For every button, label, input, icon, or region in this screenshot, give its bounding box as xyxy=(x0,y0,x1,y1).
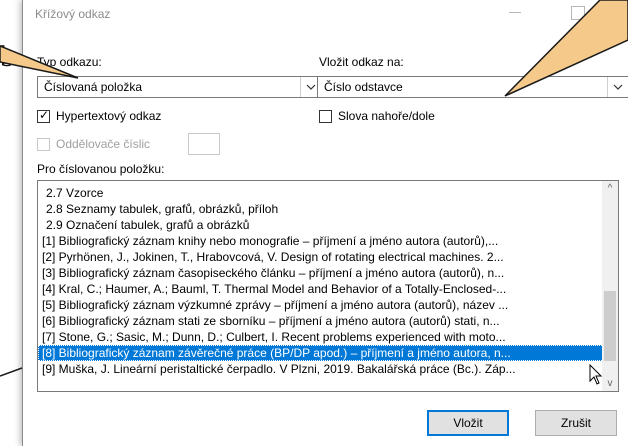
list-item[interactable]: [4] Kral, C.; Haumer, A.; Bauml, T. Ther… xyxy=(38,281,604,297)
chevron-down-icon[interactable] xyxy=(607,77,628,97)
list-item[interactable]: [6] Bibliografický záznam stati ze sborn… xyxy=(38,313,604,329)
mouse-pointer-icon xyxy=(589,364,603,385)
insert-button[interactable]: Vložit xyxy=(427,410,509,436)
insert-reference-to-select[interactable]: Číslo odstavce xyxy=(317,76,628,98)
scroll-up-icon[interactable]: ^ xyxy=(602,183,618,194)
separators-input xyxy=(188,133,220,155)
list-item[interactable]: 2.7 Vzorce xyxy=(38,185,604,201)
maximize-icon[interactable] xyxy=(571,6,585,20)
insert-reference-to-value: Číslo odstavce xyxy=(324,80,403,94)
vertical-scrollbar[interactable]: ^ v xyxy=(602,181,618,391)
digit-separators-checkbox xyxy=(37,138,50,151)
reference-type-value: Číslovaná položka xyxy=(44,80,143,94)
background-text: b xyxy=(0,40,15,73)
list-item[interactable]: [1] Bibliografický záznam knihy nebo mon… xyxy=(38,233,604,249)
digit-separators-label: Oddělovače číslic xyxy=(56,137,151,151)
list-item[interactable]: [5] Bibliografický záznam výzkumné zpráv… xyxy=(38,297,604,313)
list-item-selected[interactable]: [8] Bibliografický záznam závěrečné prác… xyxy=(38,345,604,361)
hyperlink-checkbox-label[interactable]: Hypertextový odkaz xyxy=(56,109,161,123)
scroll-thumb[interactable] xyxy=(604,291,616,361)
checkmark-icon: ✓ xyxy=(39,108,50,122)
hyperlink-checkbox[interactable]: ✓ xyxy=(37,108,50,123)
items-list: 2.7 Vzorce 2.8 Seznamy tabulek, grafů, o… xyxy=(38,185,604,377)
above-below-checkbox-label[interactable]: Slova nahoře/dole xyxy=(338,109,435,123)
list-item[interactable]: [7] Stone, G.; Sasic, M.; Dunn, D.; Culb… xyxy=(38,329,604,345)
minimize-icon[interactable] xyxy=(509,12,521,13)
reference-type-select[interactable]: Číslovaná položka xyxy=(37,76,322,98)
dialog-title: Křížový odkaz xyxy=(35,7,111,21)
for-which-label: Pro číslovanou položku: xyxy=(37,162,165,176)
cancel-button[interactable]: Zrušit xyxy=(535,410,617,436)
list-item[interactable]: 2.8 Seznamy tabulek, grafů, obrázků, pří… xyxy=(38,201,604,217)
list-item[interactable]: [9] Muška, J. Lineární peristaltické čer… xyxy=(38,361,604,377)
list-item[interactable]: [3] Bibliografický záznam časopiseckého … xyxy=(38,265,604,281)
items-listbox[interactable]: 2.7 Vzorce 2.8 Seznamy tabulek, grafů, o… xyxy=(37,180,619,392)
above-below-checkbox[interactable] xyxy=(319,110,332,123)
list-item[interactable]: 2.9 Označení tabulek, grafů a obrázků xyxy=(38,217,604,233)
reference-type-label: Typ odkazu: xyxy=(37,55,102,69)
insert-reference-to-label: Vložit odkaz na: xyxy=(319,55,404,69)
scroll-down-icon[interactable]: v xyxy=(602,378,618,389)
list-item[interactable]: [2] Pyrhönen, J., Jokinen, T., Hrabovcov… xyxy=(38,249,604,265)
cross-reference-dialog: Křížový odkaz Typ odkazu: Číslovaná polo… xyxy=(22,0,628,446)
